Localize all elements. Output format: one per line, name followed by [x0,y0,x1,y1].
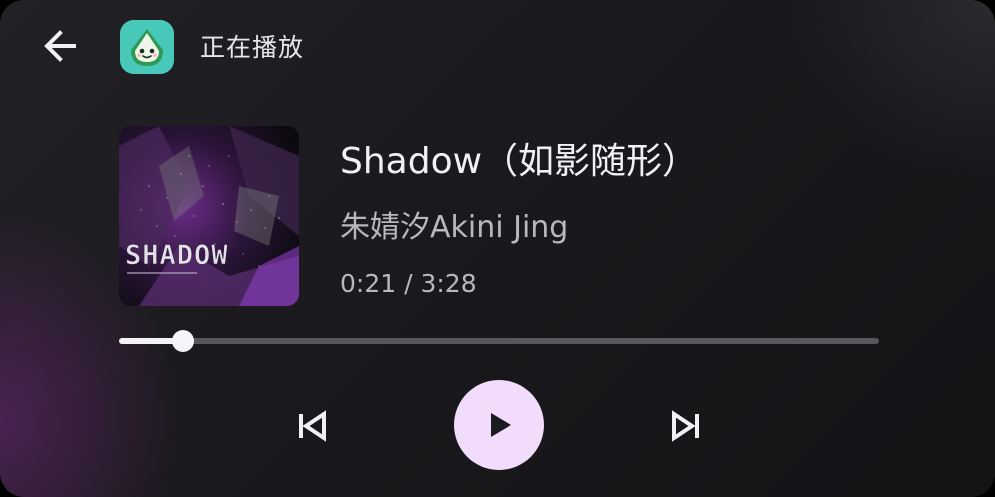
back-button[interactable] [36,22,84,70]
track-title: Shadow（如影随形） [340,141,699,182]
page-title: 正在播放 [200,33,305,62]
play-icon [491,413,511,437]
track-time: 0:21 / 3:28 [340,269,477,298]
track-artist: 朱婧汐Akini Jing [340,210,569,245]
previous-button[interactable] [286,400,338,452]
skip-previous-icon [299,410,326,442]
album-art-text: SHADOW [125,240,229,271]
album-art: SHADOW [119,126,299,306]
play-button[interactable] [454,380,544,470]
app-icon [120,20,174,74]
now-playing-card: 正在播放 SHADOW Shadow（如影随形） 朱婧汐Akini Jing 0… [0,0,995,497]
arrow-back-icon [44,30,76,62]
progress-thumb[interactable] [172,330,194,352]
progress-track [119,338,879,344]
next-button[interactable] [660,400,712,452]
progress-slider[interactable] [119,326,879,356]
skip-next-icon [672,410,699,442]
